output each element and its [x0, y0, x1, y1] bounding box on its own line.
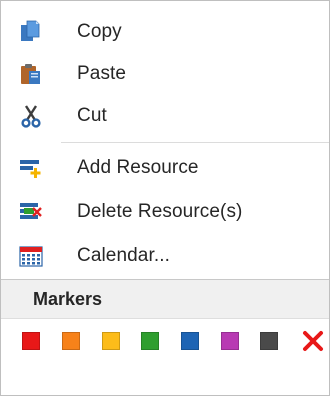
calendar-icon — [19, 246, 43, 267]
menu-item-paste[interactable]: Paste — [1, 53, 329, 95]
paste-icon — [21, 64, 40, 84]
delete-resource-icon — [20, 203, 42, 219]
add-resource-icon — [20, 160, 41, 178]
marker-blue[interactable] — [181, 332, 199, 350]
cut-label: Cut — [77, 105, 107, 126]
copy-label: Copy — [77, 21, 122, 42]
marker-orange[interactable] — [62, 332, 80, 350]
marker-green[interactable] — [141, 332, 159, 350]
add-resource-label: Add Resource — [77, 157, 199, 178]
copy-icon — [21, 20, 40, 41]
menu-separator — [61, 142, 329, 143]
menu-item-delete-resource[interactable]: Delete Resource(s) — [1, 191, 329, 233]
marker-purple[interactable] — [221, 332, 239, 350]
menu-item-add-resource[interactable]: Add Resource — [1, 147, 329, 189]
markers-title: Markers — [33, 289, 103, 309]
menu-item-copy[interactable]: Copy — [1, 11, 329, 53]
clear-marker-icon[interactable] — [301, 329, 325, 353]
markers-panel: Markers — [1, 279, 329, 395]
calendar-label: Calendar... — [77, 245, 170, 266]
context-menu: Copy Paste Cut Add Resource Delete Resou… — [0, 0, 330, 396]
marker-red[interactable] — [22, 332, 40, 350]
delete-resource-label: Delete Resource(s) — [77, 201, 243, 222]
markers-header: Markers — [1, 279, 329, 319]
menu-item-cut[interactable]: Cut — [1, 95, 329, 137]
marker-gray[interactable] — [260, 332, 278, 350]
scissors-icon — [21, 105, 41, 128]
paste-label: Paste — [77, 63, 127, 84]
marker-yellow[interactable] — [102, 332, 120, 350]
menu-item-calendar[interactable]: Calendar... — [1, 235, 329, 277]
